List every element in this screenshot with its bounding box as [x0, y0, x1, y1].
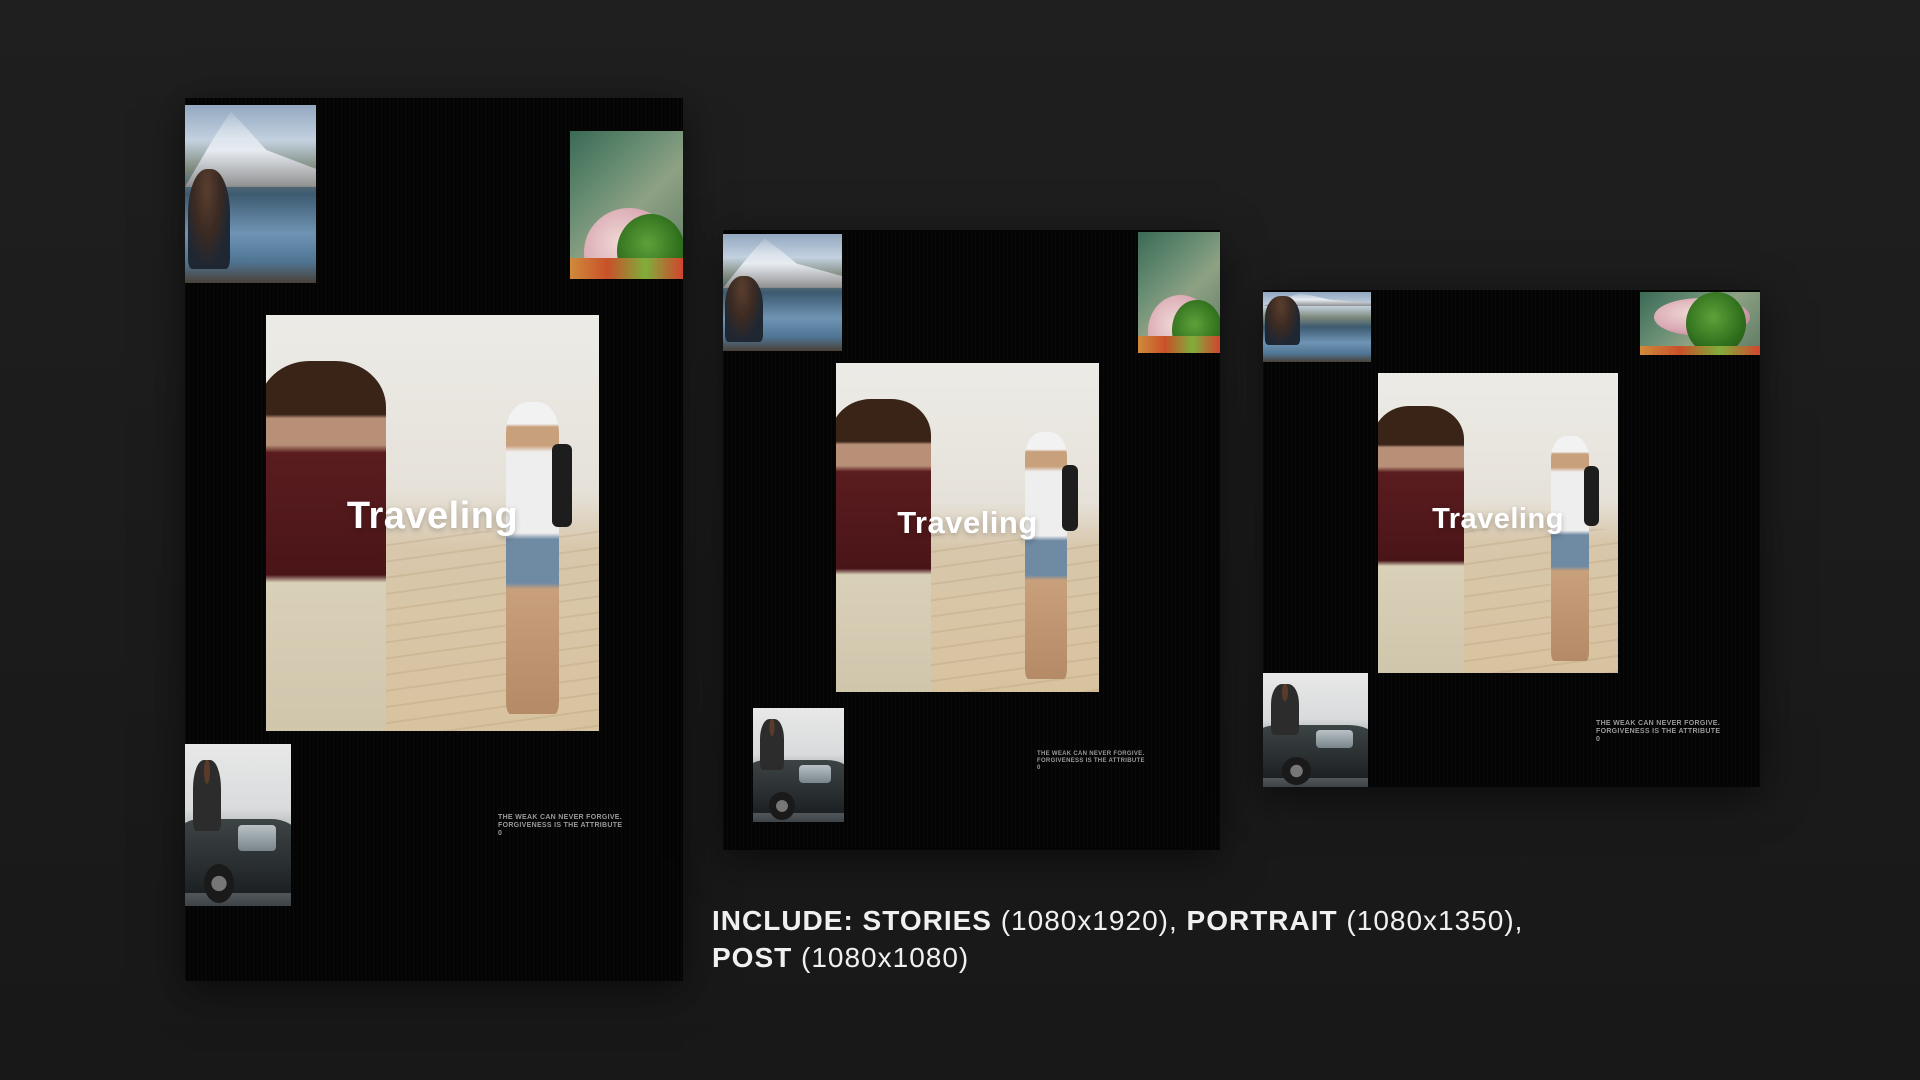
post-size: (1080x1080): [801, 942, 970, 973]
portrait-frame: Traveling THE WEAK CAN NEVER FORGIVE. FO…: [723, 230, 1220, 850]
stories-label: STORIES: [862, 905, 992, 936]
mountain-lake-photo: [723, 234, 842, 351]
title-text: Traveling: [897, 505, 1038, 540]
portrait-size: (1080x1350),: [1346, 905, 1524, 936]
quote-text: THE WEAK CAN NEVER FORGIVE. FORGIVENESS …: [1596, 720, 1721, 743]
fabric-bowl-photo: [1138, 232, 1220, 353]
quote-text: THE WEAK CAN NEVER FORGIVE. FORGIVENESS …: [498, 814, 623, 837]
post-frame: Traveling THE WEAK CAN NEVER FORGIVE. FO…: [1263, 290, 1760, 787]
beach-travelers-photo: Traveling: [836, 363, 1099, 692]
stories-size: (1080x1920),: [1000, 905, 1178, 936]
title-text: Traveling: [1432, 503, 1564, 535]
car-photo: [1263, 673, 1368, 787]
quote-text: THE WEAK CAN NEVER FORGIVE. FORGIVENESS …: [1037, 751, 1145, 771]
portrait-label: PORTRAIT: [1186, 905, 1338, 936]
stories-frame: Traveling THE WEAK CAN NEVER FORGIVE. FO…: [185, 98, 683, 981]
beach-travelers-photo: Traveling: [266, 315, 599, 731]
title-text: Traveling: [346, 495, 519, 537]
mountain-lake-photo: [185, 105, 316, 283]
formats-caption: INCLUDE: STORIES (1080x1920), PORTRAIT (…: [712, 902, 1612, 976]
post-label: POST: [712, 942, 793, 973]
car-photo: [753, 708, 844, 822]
beach-travelers-photo: Traveling: [1378, 373, 1618, 673]
car-photo: [185, 744, 291, 906]
mountain-lake-photo: [1263, 292, 1371, 362]
fabric-bowl-photo: [1640, 292, 1760, 355]
fabric-bowl-photo: [570, 131, 683, 279]
include-label: INCLUDE:: [712, 905, 854, 936]
